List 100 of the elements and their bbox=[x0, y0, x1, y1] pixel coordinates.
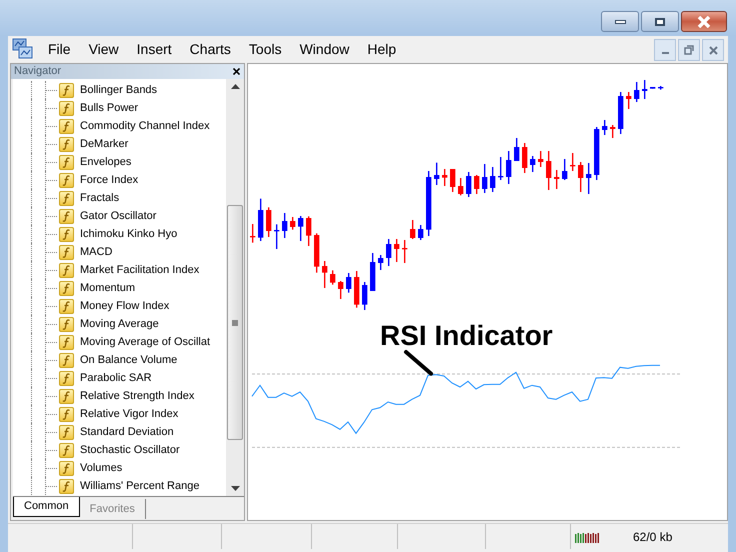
candlestick bbox=[330, 270, 336, 285]
indicator-item[interactable]: Envelopes bbox=[80, 154, 132, 170]
menu-item[interactable]: Tools bbox=[240, 38, 290, 60]
indicator-item[interactable]: Relative Vigor Index bbox=[80, 406, 178, 422]
indicator-item[interactable]: Standard Deviation bbox=[80, 424, 174, 440]
indicator-item[interactable]: Force Index bbox=[80, 172, 138, 188]
close-icon bbox=[708, 46, 718, 54]
close-icon[interactable] bbox=[233, 68, 240, 75]
candlestick bbox=[258, 198, 264, 241]
candlestick bbox=[434, 162, 440, 185]
function-icon bbox=[59, 100, 74, 116]
function-icon bbox=[59, 118, 74, 134]
signal-bars-icon bbox=[575, 530, 600, 543]
function-icon bbox=[59, 262, 74, 278]
indicator-item[interactable]: Stochastic Oscillator bbox=[80, 442, 180, 458]
function-icon bbox=[59, 298, 74, 314]
candlestick bbox=[314, 233, 320, 273]
scroll-up-icon[interactable] bbox=[230, 84, 240, 89]
indicator-item[interactable]: Williams' Percent Range bbox=[80, 478, 200, 494]
candlestick bbox=[338, 281, 344, 299]
indicator-item[interactable]: Parabolic SAR bbox=[80, 370, 152, 386]
candlestick bbox=[506, 151, 512, 184]
function-icon bbox=[59, 136, 74, 152]
menu-item[interactable]: File bbox=[40, 38, 79, 60]
candlestick bbox=[546, 151, 552, 190]
minimize-button[interactable] bbox=[601, 11, 639, 32]
indicator-item[interactable]: Commodity Channel Index bbox=[80, 118, 210, 134]
menu-item[interactable]: Charts bbox=[182, 38, 239, 60]
candlestick bbox=[522, 143, 528, 173]
candlestick bbox=[346, 273, 352, 293]
candlestick bbox=[354, 271, 360, 308]
candlestick bbox=[482, 164, 488, 193]
candlestick bbox=[642, 80, 648, 99]
candlestick bbox=[370, 253, 376, 291]
candlestick bbox=[322, 261, 328, 288]
function-icon bbox=[59, 442, 74, 458]
indicator-item[interactable]: Moving Average bbox=[80, 316, 159, 332]
panel-tab[interactable]: Common bbox=[13, 497, 80, 517]
indicator-item[interactable]: Volumes bbox=[80, 460, 122, 476]
candlestick bbox=[562, 159, 568, 180]
scrollbar[interactable] bbox=[226, 79, 244, 496]
function-icon bbox=[59, 388, 74, 404]
restore-button[interactable] bbox=[678, 39, 700, 61]
candlestick bbox=[634, 82, 640, 102]
candlestick bbox=[554, 170, 560, 189]
indicator-item[interactable]: Ichimoku Kinko Hyo bbox=[80, 226, 178, 242]
candlestick bbox=[362, 282, 368, 310]
menu-item[interactable]: Insert bbox=[128, 38, 180, 60]
scroll-down-icon[interactable] bbox=[230, 486, 240, 491]
candlestick bbox=[514, 138, 520, 161]
candlestick bbox=[386, 239, 392, 266]
candlestick bbox=[466, 172, 472, 197]
candlestick bbox=[610, 125, 616, 138]
indicator-item[interactable]: Moving Average of Oscillat bbox=[80, 334, 210, 350]
function-icon bbox=[59, 352, 74, 368]
candlestick bbox=[602, 120, 608, 135]
function-icon bbox=[59, 244, 74, 260]
candlestick bbox=[450, 169, 456, 192]
candlestick bbox=[578, 162, 584, 192]
menu-item[interactable]: Window bbox=[292, 38, 358, 60]
close-button[interactable] bbox=[681, 11, 727, 32]
candlestick bbox=[394, 239, 400, 262]
indicator-item[interactable]: DeMarker bbox=[80, 136, 128, 152]
candlestick bbox=[426, 171, 432, 236]
menu-item[interactable]: View bbox=[80, 38, 127, 60]
candlestick bbox=[658, 86, 664, 90]
maximize-button[interactable] bbox=[641, 11, 679, 32]
function-icon bbox=[59, 370, 74, 386]
indicator-item[interactable]: Money Flow Index bbox=[80, 298, 170, 314]
function-icon bbox=[59, 478, 74, 494]
indicator-item[interactable]: Market Facilitation Index bbox=[80, 262, 200, 278]
function-icon bbox=[59, 406, 74, 422]
function-icon bbox=[59, 172, 74, 188]
app-icon bbox=[12, 38, 34, 60]
candlestick bbox=[626, 92, 632, 109]
indicator-item[interactable]: Momentum bbox=[80, 280, 136, 296]
function-icon bbox=[59, 460, 74, 476]
candlestick bbox=[618, 92, 624, 134]
candlestick bbox=[650, 87, 656, 89]
indicator-item[interactable]: On Balance Volume bbox=[80, 352, 178, 368]
menu-item[interactable]: Help bbox=[359, 38, 404, 60]
candlestick bbox=[498, 157, 504, 180]
candlestick bbox=[474, 175, 480, 194]
indicator-item[interactable]: Gator Oscillator bbox=[80, 208, 156, 224]
indicator-item[interactable]: Bulls Power bbox=[80, 100, 138, 116]
function-icon bbox=[59, 226, 74, 242]
candlestick bbox=[378, 255, 384, 270]
candlestick bbox=[250, 224, 256, 243]
indicator-item[interactable]: Relative Strength Index bbox=[80, 388, 194, 404]
indicator-item[interactable]: Fractals bbox=[80, 190, 120, 206]
function-icon bbox=[59, 280, 74, 296]
function-icon bbox=[59, 424, 74, 440]
candlestick bbox=[298, 216, 304, 241]
close-button[interactable] bbox=[702, 39, 724, 61]
candlestick bbox=[306, 216, 312, 246]
scrollbar-thumb[interactable] bbox=[227, 205, 243, 440]
candlestick bbox=[418, 225, 424, 240]
indicator-item[interactable]: MACD bbox=[80, 244, 112, 260]
indicator-item[interactable]: Bollinger Bands bbox=[80, 82, 158, 98]
close-icon bbox=[697, 16, 711, 28]
